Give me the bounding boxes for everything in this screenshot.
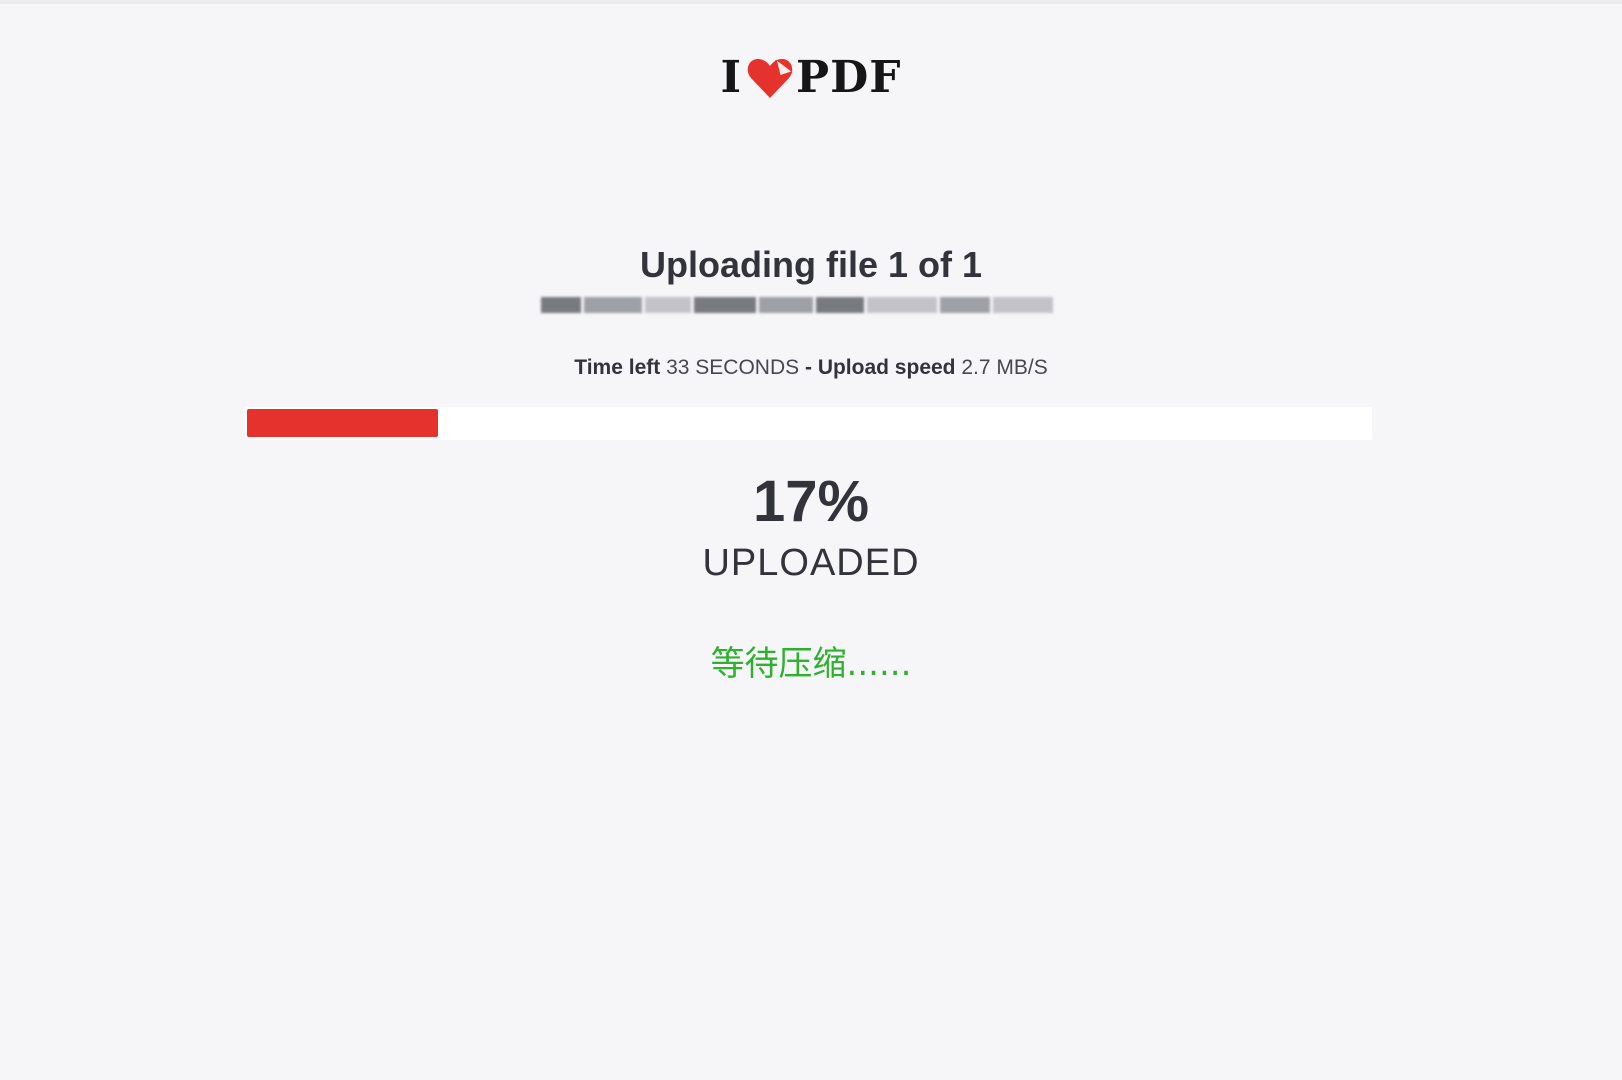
stats-separator: - [804, 356, 812, 379]
logo-prefix: I [720, 52, 743, 103]
blurred-filename [541, 294, 1073, 316]
logo-suffix: PDF [796, 52, 902, 103]
upload-percent: 17% [752, 469, 870, 534]
time-left-value: 33 SECONDS [666, 356, 800, 379]
upload-speed-value: 2.7 MB/S [961, 356, 1048, 379]
upload-title: Uploading file 1 of 1 [639, 244, 983, 285]
upload-speed-label: Upload speed [817, 356, 956, 379]
ilovepdf-logo[interactable]: I PDF [0, 56, 1622, 100]
progress-bar-fill [247, 409, 438, 437]
uploaded-label: UPLOADED [702, 542, 920, 584]
heart-icon [746, 56, 794, 100]
compress-status: 等待压缩...... [710, 644, 912, 684]
upload-page: I PDF Uploading file 1 of 1 Time left 33… [0, 0, 1622, 1080]
time-left-label: Time left [574, 356, 661, 379]
upload-stats: Time left 33 SECONDS - Upload speed 2.7 … [0, 356, 1622, 380]
progress-bar [245, 407, 1372, 440]
